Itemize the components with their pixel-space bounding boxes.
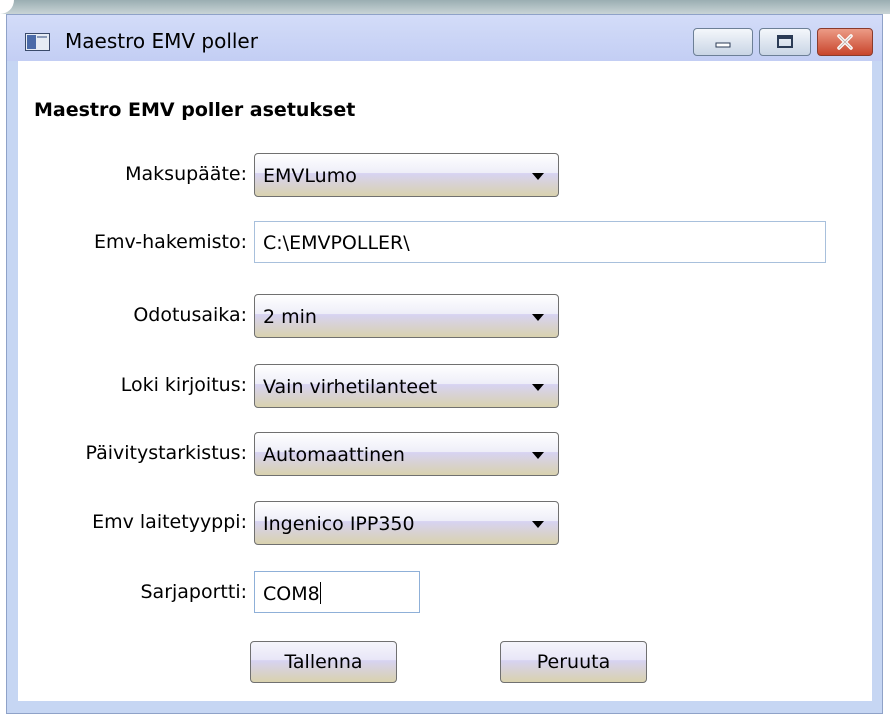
dropdown-arrow-icon	[532, 521, 544, 528]
device-type-combo[interactable]: Ingenico IPP350	[254, 501, 559, 545]
text-caret	[319, 582, 321, 604]
close-icon	[837, 34, 853, 50]
emv-dir-label: Emv-hakemisto:	[94, 231, 247, 253]
minimize-icon	[715, 42, 731, 48]
app-icon	[25, 33, 50, 51]
update-check-label: Päivitystarkistus:	[85, 442, 247, 464]
terminal-value: EMVLumo	[263, 165, 357, 187]
update-check-combo[interactable]: Automaattinen	[254, 432, 559, 476]
emv-dir-input[interactable]: C:\EMVPOLLER\	[254, 221, 826, 263]
update-check-value: Automaattinen	[263, 444, 405, 466]
cancel-button[interactable]: Peruuta	[500, 641, 647, 683]
device-type-label: Emv laitetyyppi:	[92, 511, 247, 533]
dropdown-arrow-icon	[532, 173, 544, 180]
dropdown-arrow-icon	[532, 384, 544, 391]
maximize-icon	[777, 35, 793, 48]
wait-time-label: Odotusaika:	[133, 304, 247, 326]
wait-time-value: 2 min	[263, 306, 317, 328]
log-write-label: Loki kirjoitus:	[120, 374, 247, 396]
close-button[interactable]	[817, 28, 873, 56]
log-write-combo[interactable]: Vain virhetilanteet	[254, 364, 559, 408]
serial-port-value: COM8	[263, 583, 320, 605]
save-button[interactable]: Tallenna	[250, 641, 397, 683]
window-title: Maestro EMV poller	[65, 29, 258, 53]
background-strip	[0, 0, 890, 14]
serial-port-input[interactable]: COM8	[254, 571, 420, 613]
terminal-combo[interactable]: EMVLumo	[254, 153, 559, 197]
emv-dir-value: C:\EMVPOLLER\	[263, 232, 410, 254]
minimize-button[interactable]	[693, 28, 753, 56]
log-write-value: Vain virhetilanteet	[263, 376, 438, 398]
device-type-value: Ingenico IPP350	[263, 513, 415, 535]
title-bar[interactable]: Maestro EMV poller	[7, 15, 882, 61]
dropdown-arrow-icon	[532, 452, 544, 459]
app-window: Maestro EMV poller Maestro EMV poller as…	[6, 14, 883, 714]
settings-panel: Maestro EMV poller asetukset Maksupääte:…	[18, 61, 872, 701]
wait-time-combo[interactable]: 2 min	[254, 294, 559, 338]
terminal-label: Maksupääte:	[125, 163, 247, 185]
serial-port-label: Sarjaportti:	[140, 581, 247, 603]
dropdown-arrow-icon	[532, 314, 544, 321]
maximize-button[interactable]	[759, 28, 811, 56]
settings-heading: Maestro EMV poller asetukset	[34, 99, 356, 121]
